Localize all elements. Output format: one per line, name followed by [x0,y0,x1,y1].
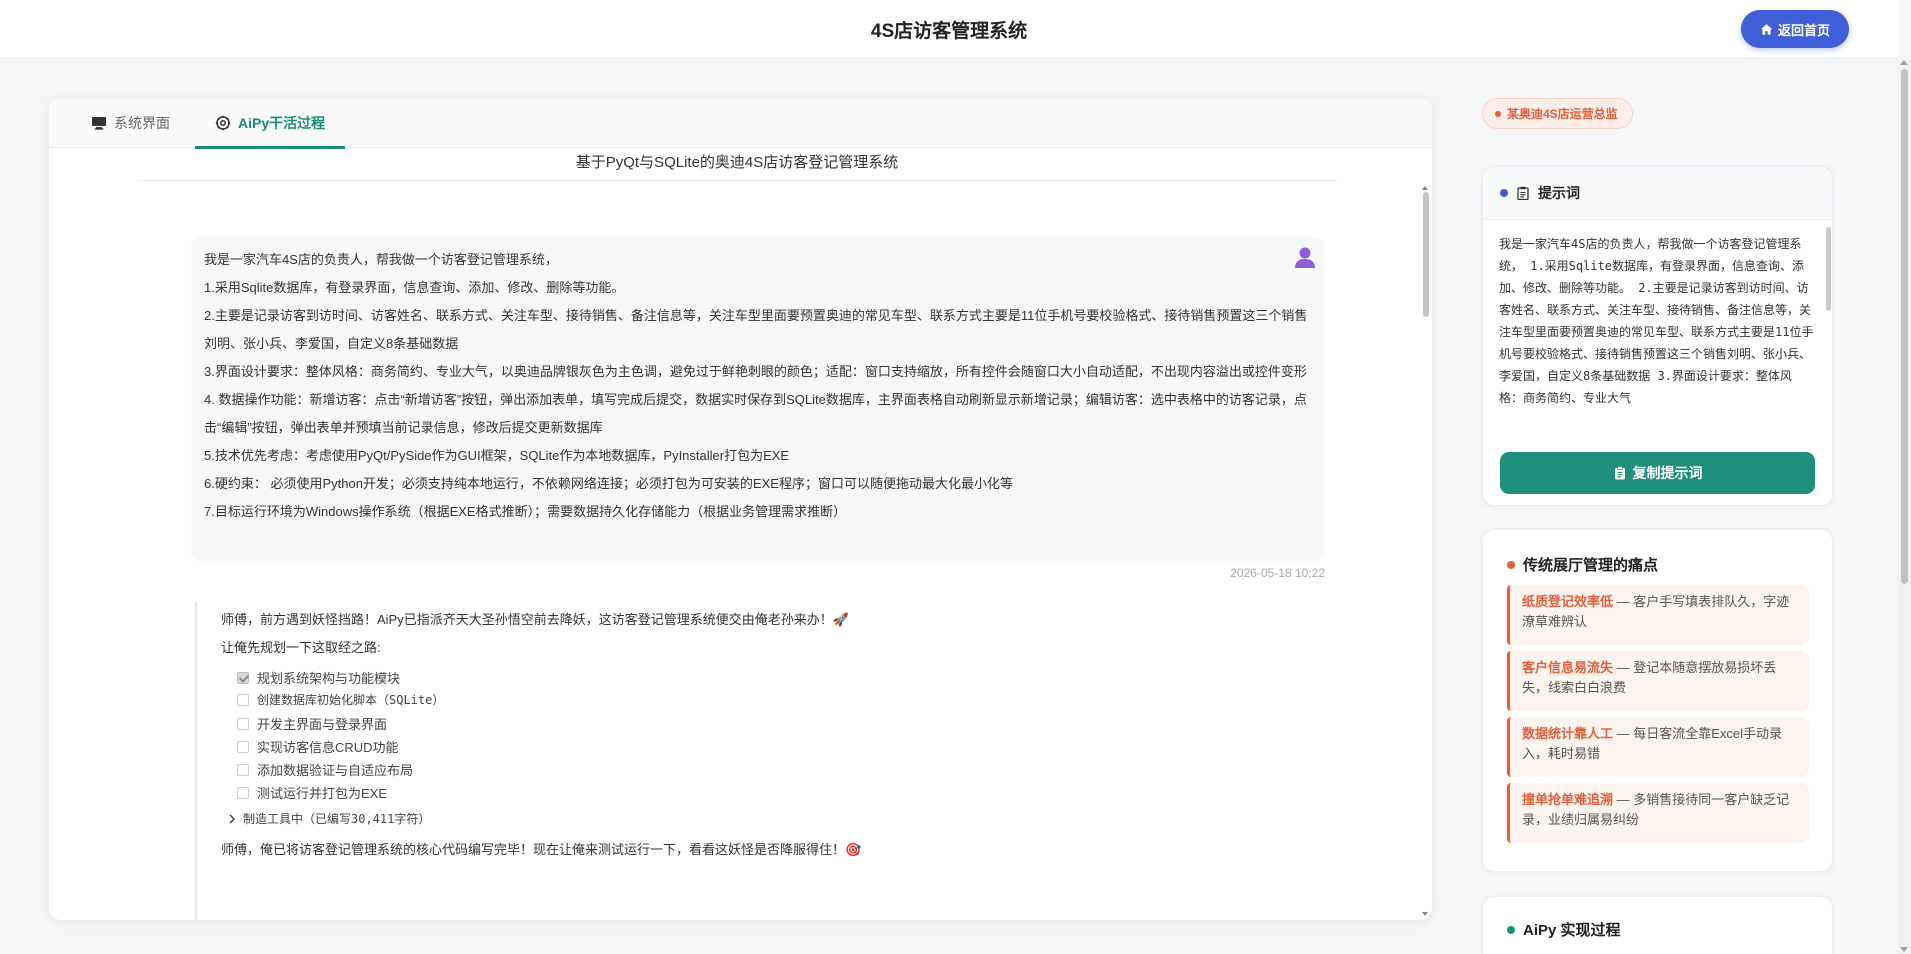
page-scrollbar-thumb[interactable] [1901,69,1908,584]
content-scrollbar[interactable] [1422,186,1430,916]
pain-point-item: 撞单抢单难追溯 — 多销售接待同一客户缺乏记录，业绩归属易纠纷 [1507,783,1809,843]
badge-dot-icon [1495,110,1501,117]
user-avatar-icon [1295,247,1315,268]
ai-plan-heading: 让俺先规划一下这取经之路: [221,640,381,655]
top-header: 4S店访客管理系统 返回首页 [0,0,1898,59]
user-message-line: 2.主要是记录访客到访时间、访客姓名、联系方式、关注车型、接待销售、备注信息等，… [204,308,1308,351]
chevron-right-icon [229,813,236,824]
gear-icon [215,115,231,131]
message-timestamp: 2026-05-18 10:22 [1230,566,1325,580]
plan-checkbox[interactable] [237,693,249,706]
pain-point-highlight: 客户信息易流失 [1522,660,1614,675]
ai-intro-text: 师傅，前方遇到妖怪挡路！AiPy已指派齐天大圣孙悟空前去降妖，这访客登记管理系统… [221,612,849,627]
content-scroll-down-icon[interactable] [1422,912,1428,916]
prompt-scrollbar[interactable] [1826,221,1831,451]
clipboard-icon [1614,466,1625,480]
plan-item: 开发主界面与登录界面 [237,714,387,733]
user-message-line: 7.目标运行环境为Windows操作系统（根据EXE格式推断）；需要数据持久化存… [204,504,847,519]
bullet-icon [1500,189,1508,197]
prompt-card-header: 提示词 [1483,167,1832,220]
prompt-scrollbar-thumb[interactable] [1826,227,1831,311]
main-panel: 系统界面 AiPy干活过程 基于PyQt与SQLite的奥迪4S店访客登记管理系… [49,98,1432,920]
plan-item-label: 开发主界面与登录界面 [257,717,388,732]
app-title: 4S店访客管理系统 [870,21,1028,42]
plan-checkbox[interactable] [237,763,249,776]
page-scrollbar[interactable] [1898,59,1911,954]
implementation-title: AiPy 实现过程 [1507,919,1621,940]
clipboard-icon [1517,186,1529,200]
plan-item: 测试运行并打包为EXE [237,783,387,802]
pain-point-item: 客户信息易流失 — 登记本随意摆放易损坏丢失，线索白白浪费 [1507,651,1809,711]
plan-checkbox[interactable] [237,786,249,799]
plan-item-label: 创建数据库初始化脚本（SQLite） [257,693,445,707]
bullet-icon [1507,560,1515,569]
plan-checkbox[interactable] [237,740,249,753]
user-message-line: 3.界面设计要求：整体风格：商务简约、专业大气，以奥迪品牌银灰色为主色调，避免过… [204,364,1307,379]
content-scrollbar-thumb[interactable] [1423,192,1429,317]
home-button[interactable]: 返回首页 [1741,10,1849,48]
monitor-icon [92,117,106,130]
document-title: 基于PyQt与SQLite的奥迪4S店访客登记管理系统 [137,151,1337,181]
tab-aipy-process-label: AiPy干活过程 [238,115,326,131]
plan-item-label: 实现访客信息CRUD功能 [257,740,399,755]
tab-system-ui[interactable]: 系统界面 [91,98,170,148]
implementation-title-text: AiPy 实现过程 [1523,922,1621,939]
copy-prompt-button[interactable]: 复制提示词 [1500,452,1815,494]
home-button-label: 返回首页 [1777,22,1830,38]
pain-points-title: 传统展厅管理的痛点 [1507,554,1658,575]
ai-followup-text: 师傅，俺已将访客登记管理系统的核心代码编写完毕！现在让俺来测试运行一下，看看这妖… [221,842,862,857]
home-icon [1760,23,1773,35]
plan-item: 添加数据验证与自适应布局 [237,760,413,779]
tab-system-ui-label: 系统界面 [114,115,170,131]
implementation-card: AiPy 实现过程 [1482,896,1833,954]
pain-point-item: 纸质登记效率低 — 客户手写填表排队久，字迹潦草难辨认 [1507,585,1809,645]
user-message-line: 6.硬约束： 必须使用Python开发；必须支持纯本地运行，不依赖网络连接；必须… [204,476,1013,491]
user-message-bubble: 我是一家汽车4S店的负责人，帮我做一个访客登记管理系统， 1.采用Sqlite数… [192,237,1324,560]
tab-aipy-process[interactable]: AiPy干活过程 [194,98,346,149]
role-badge-label: 某奥迪4S店运营总监 [1507,107,1618,121]
pain-point-highlight: 数据统计靠人工 [1522,726,1614,741]
user-message-line: 1.采用Sqlite数据库，有登录界面，信息查询、添加、修改、删除等功能。 [204,280,625,295]
plan-checkbox[interactable] [237,717,249,730]
plan-item: 实现访客信息CRUD功能 [237,737,399,756]
plan-item: 创建数据库初始化脚本（SQLite） [237,691,444,708]
tab-bar: 系统界面 AiPy干活过程 [49,98,1432,149]
plan-checkbox[interactable] [237,671,249,684]
pain-point-highlight: 纸质登记效率低 [1522,594,1614,609]
plan-item-label: 测试运行并打包为EXE [257,786,388,801]
user-message-line: 4. 数据操作功能：新增访客：点击“新增访客”按钮，弹出添加表单，填写完成后提交… [204,392,1307,435]
tool-status-text: 制造工具中（已编写30,411字符） [243,812,431,826]
prompt-card: 提示词 我是一家汽车4S店的负责人，帮我做一个访客登记管理系统， 1.采用Sql… [1482,166,1833,506]
bullet-icon [1507,925,1515,934]
tool-status-toggle[interactable]: 制造工具中（已编写30,411字符） [227,810,430,827]
role-badge: 某奥迪4S店运营总监 [1482,98,1633,129]
copy-prompt-label: 复制提示词 [1632,465,1703,481]
content-scroll-up-icon[interactable] [1422,186,1428,190]
prompt-card-title: 提示词 [1538,185,1580,201]
pain-point-highlight: 撞单抢单难追溯 [1522,792,1614,807]
plan-item-label: 规划系统架构与功能模块 [257,671,401,686]
user-message-line: 5.技术优先考虑：考虑使用PyQt/PySide作为GUI框架，SQLite作为… [204,448,790,463]
pain-points-title-text: 传统展厅管理的痛点 [1523,557,1659,574]
pain-points-card: 传统展厅管理的痛点 纸质登记效率低 — 客户手写填表排队久，字迹潦草难辨认 客户… [1482,529,1833,872]
user-message-line: 我是一家汽车4S店的负责人，帮我做一个访客登记管理系统， [204,252,558,267]
scroll-down-arrow-icon[interactable] [1900,947,1908,952]
plan-item-label: 添加数据验证与自适应布局 [257,763,414,778]
scroll-up-arrow-icon[interactable] [1900,60,1908,65]
pain-point-item: 数据统计靠人工 — 每日客流全靠Excel手动录入，耗时易错 [1507,717,1809,777]
ai-reply: 师傅，前方遇到妖怪挡路！AiPy已指派齐天大圣孙悟空前去降妖，这访客登记管理系统… [195,601,1395,920]
prompt-text: 我是一家汽车4S店的负责人，帮我做一个访客登记管理系统， 1.采用Sqlite数… [1499,237,1814,405]
plan-item: 规划系统架构与功能模块 [237,668,400,687]
